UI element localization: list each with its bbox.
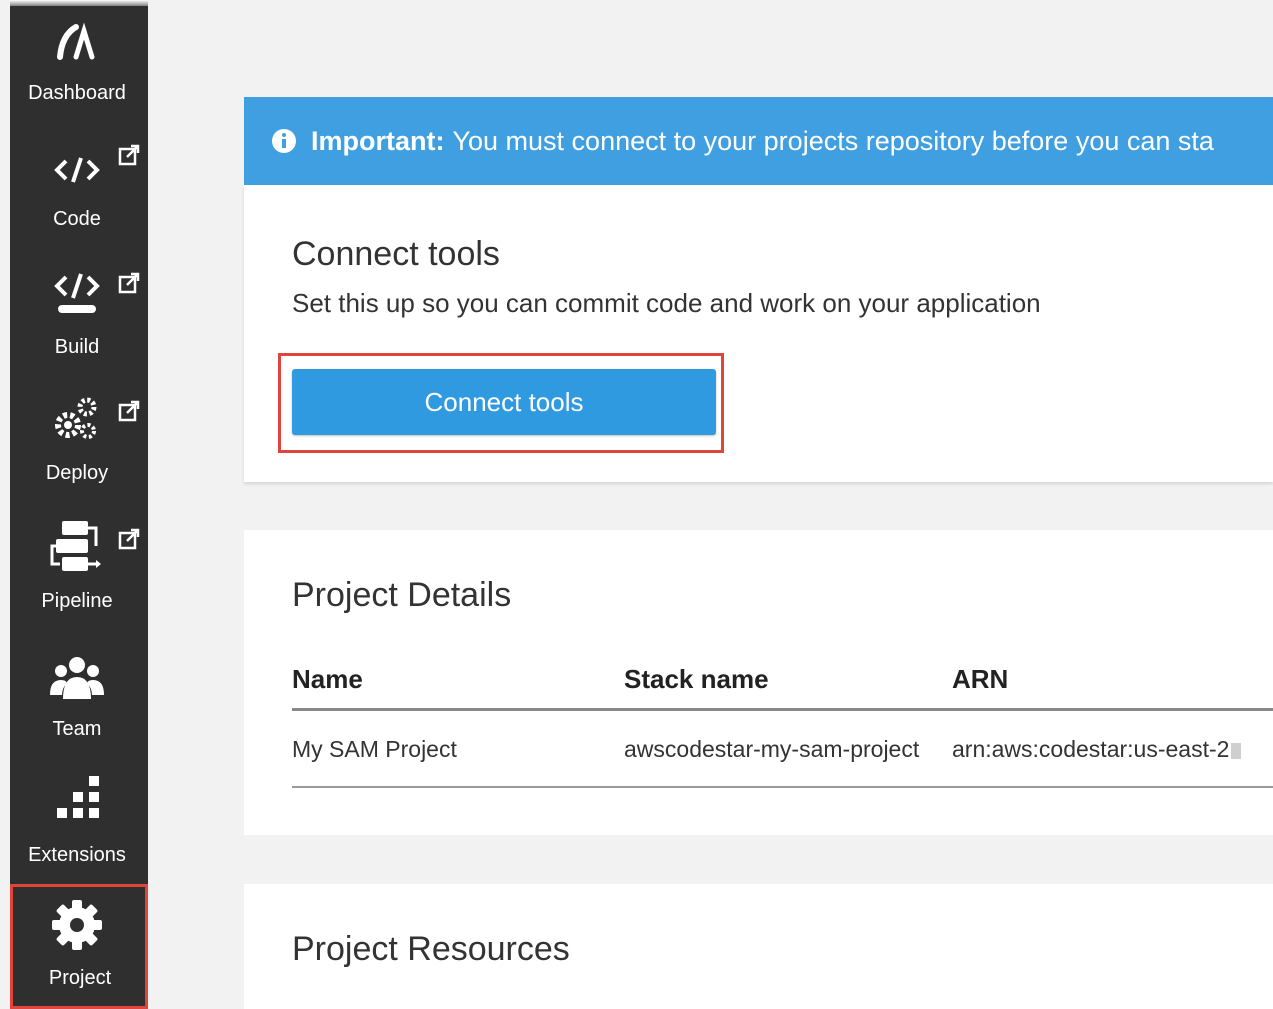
team-icon [47,650,107,706]
cell-arn: arn:aws:codestar:us-east-2 [952,736,1242,763]
sidebar-item-extensions[interactable]: Extensions [10,762,148,888]
table-row-divider [292,786,1273,788]
external-link-icon [118,144,142,168]
main-content: Important: You must connect to your proj… [148,0,1273,1009]
important-banner: Important: You must connect to your proj… [244,97,1273,185]
sidebar-item-label: Extensions [28,844,126,866]
project-details-title: Project Details [292,576,512,614]
connect-tools-card: Connect tools Set this up so you can com… [244,185,1273,482]
sidebar-item-project[interactable]: Project [10,884,148,1009]
sidebar-item-label: Deploy [45,462,109,484]
cell-stack-name: awscodestar-my-sam-project [624,736,920,762]
sidebar-item-deploy[interactable]: Deploy [10,384,148,510]
sidebar-item-dashboard[interactable]: Dashboard [10,6,148,132]
sidebar-item-label: Dashboard [28,82,126,104]
redacted-block [1231,742,1242,759]
project-details-card: Project Details Name Stack name ARN My S… [244,530,1273,835]
external-link-icon [118,272,142,296]
sidebar-item-team[interactable]: Team [10,636,148,762]
column-header-arn: ARN [952,664,1009,694]
info-icon [271,128,297,154]
banner-strong: Important: [311,125,445,156]
gear-icon [47,897,107,953]
column-header-name: Name [292,664,363,694]
sidebar-item-build[interactable]: Build [10,258,148,384]
banner-text: You must connect to your projects reposi… [452,125,1214,156]
build-icon [47,266,107,322]
extensions-icon [47,772,107,828]
project-resources-title: Project Resources [292,930,570,968]
external-link-icon [118,400,142,424]
column-header-stack-name: Stack name [624,664,769,694]
sidebar-item-pipeline[interactable]: Pipeline [10,510,148,636]
sidebar: Dashboard Code Build Deploy Pipeline Tea… [10,6,148,1009]
connect-tools-subtitle: Set this up so you can commit code and w… [292,288,1041,318]
cell-name: My SAM Project [292,736,457,762]
external-link-icon [118,528,142,552]
project-resources-card: Project Resources [244,884,1273,1009]
gears-icon [47,390,107,446]
cell-arn-text: arn:aws:codestar:us-east-2 [952,736,1230,762]
sidebar-item-label: Project [48,967,112,989]
sidebar-item-label: Code [53,208,101,230]
code-icon [47,142,107,198]
sidebar-item-label: Team [52,718,102,740]
sidebar-item-label: Pipeline [41,590,113,612]
connect-tools-title: Connect tools [292,235,500,273]
dashboard-icon [47,16,107,66]
sidebar-item-code[interactable]: Code [10,132,148,258]
connect-tools-button[interactable]: Connect tools [292,369,716,435]
sidebar-item-label: Build [54,336,100,358]
table-header-divider [292,708,1273,711]
pipeline-icon [47,518,107,574]
